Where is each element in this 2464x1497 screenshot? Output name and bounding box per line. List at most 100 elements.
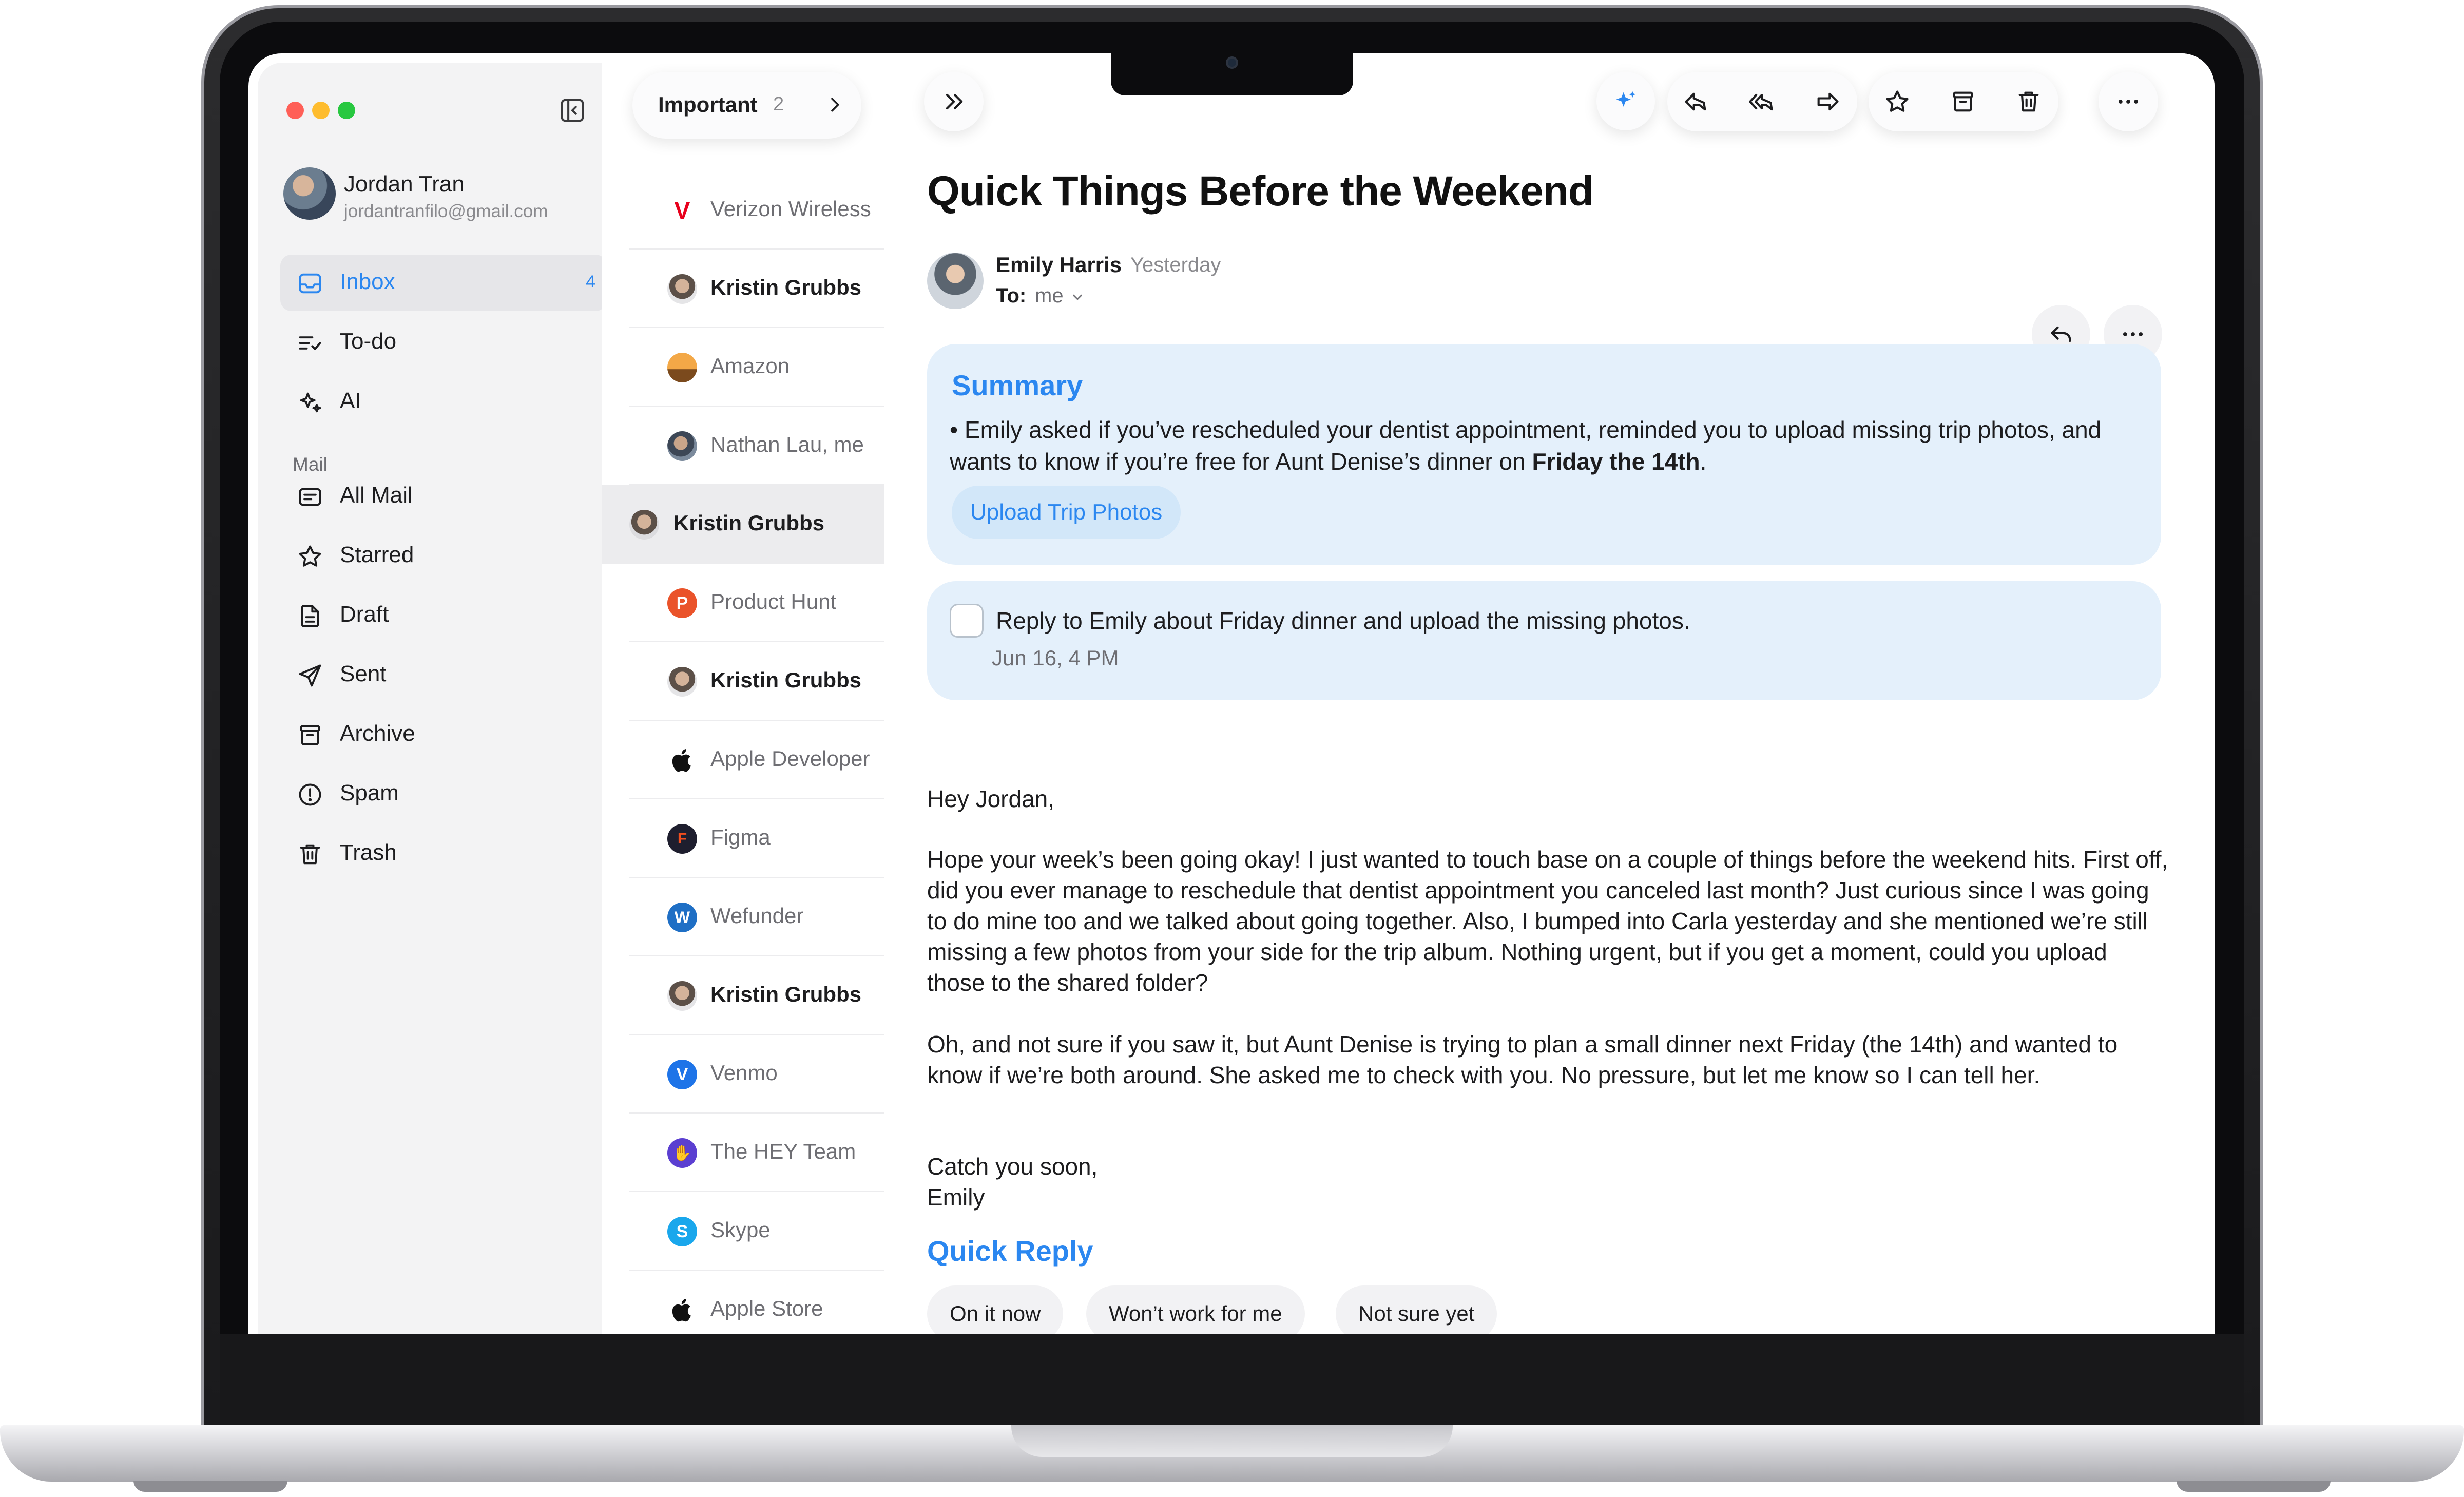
list-item[interactable]: ✋ The HEY Team (629, 1114, 884, 1192)
window-close-button[interactable] (286, 102, 304, 119)
wefunder-logo-icon: W (667, 903, 697, 932)
person-avatar-icon (667, 981, 697, 1011)
list-item[interactable]: P Product Hunt (629, 564, 884, 642)
summary-text-highlight: Friday the 14th (1532, 448, 1700, 475)
todo-checkbox[interactable] (950, 604, 984, 638)
todo-text: Reply to Emily about Friday dinner and u… (996, 607, 1690, 634)
list-item[interactable]: S Skype (629, 1192, 884, 1271)
figma-logo-icon: F (667, 824, 697, 854)
quick-reply-chip[interactable]: Not sure yet (1336, 1285, 1497, 1334)
sidebar-item-label: Spam (340, 780, 399, 805)
venmo-logo-icon: V (667, 1060, 697, 1089)
list-item[interactable]: V Venmo (629, 1035, 884, 1114)
list-item[interactable]: Amazon (629, 328, 884, 407)
sidebar-item-inbox[interactable]: Inbox 4 (280, 255, 607, 311)
recipient-value[interactable]: me (1035, 284, 1064, 308)
product-hunt-logo-icon: P (667, 588, 697, 618)
sidebar-item-label: Draft (340, 602, 389, 627)
email-subject: Quick Things Before the Weekend (927, 168, 1594, 215)
todo-card: Reply to Emily about Friday dinner and u… (927, 581, 2161, 700)
message-actions-group (1869, 72, 2058, 131)
list-item[interactable]: W Wefunder (629, 878, 884, 956)
sidebar-item-draft[interactable]: Draft (280, 587, 607, 644)
quick-reply-chip[interactable]: On it now (927, 1285, 1064, 1334)
star-icon[interactable] (1884, 88, 1911, 115)
sidebar-item-label: Starred (340, 542, 414, 567)
sidebar-item-all-mail[interactable]: All Mail (280, 468, 607, 525)
reply-actions-group (1667, 72, 1857, 131)
sidebar-item-label: To-do (340, 329, 397, 354)
paper-plane-icon (299, 664, 321, 687)
sidebar-item-todo[interactable]: To-do (280, 314, 607, 371)
ai-summary-card: Summary • Emily asked if you’ve reschedu… (927, 344, 2161, 565)
person-avatar-icon (667, 431, 697, 461)
message-list: Important 2 V Verizon Wireless Kristin G… (602, 53, 884, 1334)
more-options-button[interactable] (2099, 72, 2158, 131)
sidebar-item-trash[interactable]: Trash (280, 826, 607, 882)
sparkles-icon (1616, 91, 1636, 107)
window-minimize-button[interactable] (312, 102, 330, 119)
list-item[interactable]: Kristin Grubbs (602, 485, 884, 564)
list-item[interactable]: Kristin Grubbs (629, 250, 884, 328)
more-horizontal-icon (2118, 100, 2139, 104)
sender-name: The HEY Team (710, 1139, 856, 1163)
archive-box-icon (300, 725, 320, 745)
sidebar-toggle-icon[interactable] (559, 97, 586, 124)
sender-name: Amazon (710, 354, 790, 378)
trash-icon[interactable] (2015, 88, 2042, 115)
apple-logo-icon (667, 745, 697, 775)
chevron-right-icon[interactable] (824, 94, 845, 115)
summary-title: Summary (952, 369, 1083, 401)
reply-all-icon[interactable] (1748, 88, 1775, 115)
quick-reply-chip[interactable]: Won’t work for me (1086, 1285, 1305, 1334)
spam-alert-icon (299, 783, 321, 806)
archive-box-icon[interactable] (1950, 88, 1976, 115)
sidebar-item-spam[interactable]: Spam (280, 766, 607, 822)
reply-icon[interactable] (1683, 88, 1709, 115)
window-maximize-button[interactable] (338, 102, 355, 119)
avatar (283, 167, 336, 220)
summary-text: • Emily asked if you’ve rescheduled your… (950, 416, 2102, 475)
upload-trip-photos-button[interactable]: Upload Trip Photos (952, 486, 1181, 539)
sidebar-item-starred[interactable]: Starred (280, 528, 607, 584)
person-avatar-icon (667, 274, 697, 304)
sender-name: Kristin Grubbs (673, 511, 825, 535)
account-header[interactable]: Jordan Tran jordantranfilo@gmail.com (283, 167, 591, 224)
camera-notch (1111, 53, 1353, 95)
screen: Jordan Tran jordantranfilo@gmail.com Inb… (248, 53, 2215, 1334)
sidebar-item-ai[interactable]: AI (280, 374, 607, 430)
sidebar-item-archive[interactable]: Archive (280, 706, 607, 763)
sender-name: Wefunder (710, 904, 804, 928)
list-item[interactable]: Apple Developer (629, 721, 884, 799)
sender-name: Kristin Grubbs (710, 668, 862, 692)
sidebar-item-sent[interactable]: Sent (280, 647, 607, 703)
email-timestamp: Yesterday (1130, 254, 1221, 276)
list-item[interactable]: Kristin Grubbs (629, 642, 884, 721)
list-item[interactable]: F Figma (629, 799, 884, 878)
filter-dropdown[interactable]: Important 2 (632, 72, 861, 139)
list-item[interactable]: V Verizon Wireless (629, 171, 884, 250)
chevron-down-icon[interactable] (1070, 290, 1085, 305)
todo-list-icon (299, 336, 321, 350)
ai-assist-button[interactable] (1596, 72, 1655, 130)
skype-logo-icon: S (667, 1217, 697, 1246)
sender-name: Nathan Lau, me (710, 432, 864, 456)
email-signoff: Catch you soon, (927, 1153, 1098, 1180)
sender-name: Skype (710, 1218, 771, 1242)
summary-text-part: Emily asked if you’ve rescheduled your d… (950, 416, 2102, 475)
apple-logo-icon (667, 1295, 697, 1325)
list-item[interactable]: Nathan Lau, me (629, 407, 884, 485)
draft-icon (301, 605, 319, 627)
list-item[interactable]: Apple Store (629, 1271, 884, 1334)
email-paragraph: Hope your week’s been going okay! I just… (927, 846, 2168, 996)
sender-name: Kristin Grubbs (710, 275, 862, 299)
list-item[interactable]: Kristin Grubbs (629, 956, 884, 1035)
sender-name: Product Hunt (710, 589, 837, 613)
forward-icon[interactable] (1814, 88, 1841, 115)
filter-count: 2 (773, 93, 784, 115)
account-name: Jordan Tran (344, 171, 465, 197)
sender-name: Apple Developer (710, 746, 870, 771)
expand-button[interactable] (924, 72, 984, 131)
sender-name: Figma (710, 825, 771, 849)
sender-name: Verizon Wireless (710, 197, 871, 221)
